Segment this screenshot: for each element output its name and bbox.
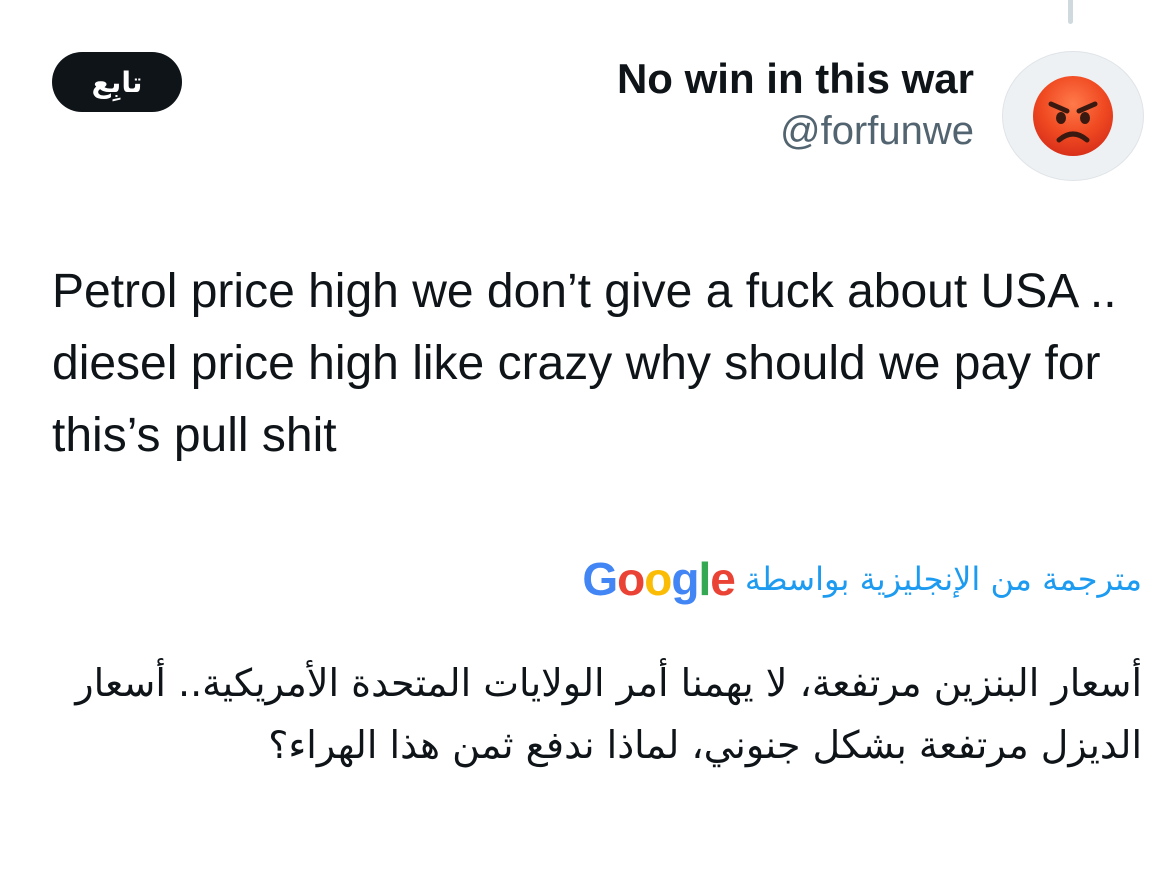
angry-face-icon	[1033, 76, 1113, 156]
thread-connector-line	[1068, 0, 1073, 24]
translation-attribution[interactable]: مترجمة من الإنجليزية بواسطة Google	[582, 552, 1142, 606]
avatar[interactable]	[1002, 51, 1144, 181]
google-letter: G	[582, 553, 618, 605]
follow-button[interactable]: تابِع	[52, 52, 182, 112]
translated-tweet-text: أسعار البنزين مرتفعة، لا يهمنا أمر الولا…	[75, 661, 1142, 767]
google-letter: l	[698, 553, 712, 605]
google-letter: e	[710, 553, 736, 605]
user-handle[interactable]: @forfunwe	[617, 105, 974, 157]
google-letter: o	[617, 553, 645, 605]
google-letter: o	[644, 553, 672, 605]
user-identity[interactable]: No win in this war @forfunwe	[617, 53, 974, 157]
display-name[interactable]: No win in this war	[617, 53, 974, 105]
google-letter: g	[671, 553, 699, 605]
tweet-text: Petrol price high we don’t give a fuck a…	[52, 265, 1117, 462]
translated-by-label: مترجمة من الإنجليزية بواسطة	[744, 560, 1142, 598]
tweet-header: تابِع No win in this war @forfunwe	[0, 45, 1170, 185]
google-logo: Google	[582, 552, 736, 606]
